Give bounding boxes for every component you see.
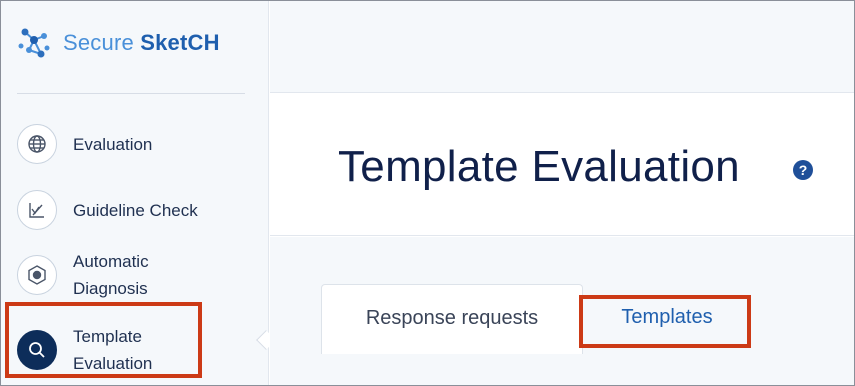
brand-logo-icon (18, 28, 50, 58)
tab-response-requests[interactable]: Response requests (321, 284, 583, 354)
globe-icon (17, 124, 57, 164)
sidebar-item-evaluation[interactable]: Evaluation (1, 116, 269, 172)
sidebar-item-guideline-check[interactable]: Guideline Check (1, 182, 269, 238)
page-header: Template Evaluation ? (270, 94, 854, 236)
sidebar-item-label: Template Evaluation (73, 327, 153, 373)
help-icon[interactable]: ? (793, 160, 813, 180)
tabs-area: Response requests Templates (270, 237, 854, 385)
brand-name: Secure SketCH (63, 30, 220, 56)
sidebar-divider (17, 93, 245, 94)
page-title: Template Evaluation (338, 142, 740, 191)
brand-secure: Secure (63, 30, 134, 55)
sidebar-item-template-evaluation[interactable]: Template Evaluation (1, 312, 269, 385)
brand-sketch: SketCH (140, 30, 220, 55)
sidebar-item-label: Guideline Check (73, 200, 198, 220)
sidebar-item-label: Automatic Diagnosis (73, 252, 149, 298)
chart-check-icon (17, 190, 57, 230)
top-bar (270, 1, 854, 93)
search-icon (17, 330, 57, 370)
sidebar-item-automatic-diagnosis[interactable]: Automatic Diagnosis (1, 240, 269, 310)
sidebar: Secure SketCH Evaluation Guideline Check (1, 1, 269, 385)
sidebar-nav: Evaluation Guideline Check Automatic Dia… (1, 116, 269, 385)
brand[interactable]: Secure SketCH (17, 23, 220, 63)
tab-templates[interactable]: Templates (582, 284, 752, 354)
sidebar-item-label: Evaluation (73, 134, 153, 154)
gear-hex-icon (17, 255, 57, 295)
app-window: Secure SketCH Evaluation Guideline Check (0, 0, 855, 386)
